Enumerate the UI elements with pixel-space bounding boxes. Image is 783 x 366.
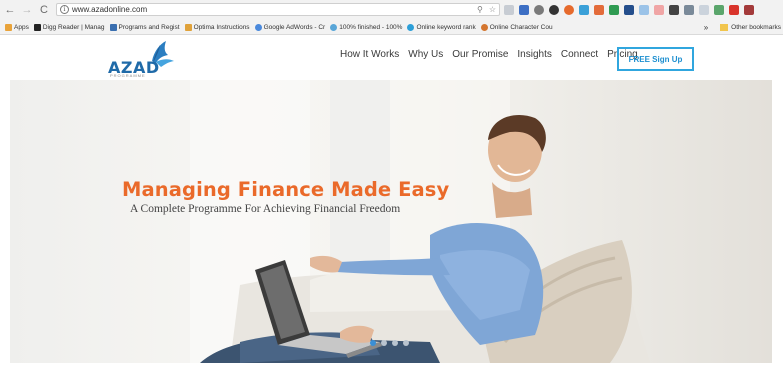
carousel-dot[interactable]	[381, 340, 387, 346]
extension-icon[interactable]	[609, 4, 619, 15]
logo-subtitle: PROGRAMME	[110, 73, 146, 78]
extension-icon[interactable]	[714, 4, 724, 15]
bookmark-favicon	[109, 24, 117, 31]
reload-icon[interactable]: C	[37, 3, 51, 17]
site-logo[interactable]: AZAD PROGRAMME	[108, 39, 188, 78]
carousel-dot[interactable]	[370, 340, 376, 346]
bookmark-item[interactable]: Online keyword rank	[407, 24, 476, 31]
extension-icon[interactable]	[534, 4, 544, 15]
bookmark-favicon	[184, 24, 192, 31]
back-icon[interactable]: ←	[3, 3, 17, 17]
extension-icon[interactable]	[624, 4, 634, 15]
extension-icon[interactable]	[504, 4, 514, 15]
bookmark-label: Programs and Regist	[118, 24, 180, 31]
bookmark-label: Apps	[14, 24, 29, 31]
extension-icon[interactable]	[549, 4, 559, 15]
bookmark-label: Online keyword rank	[416, 24, 476, 31]
other-bookmarks[interactable]: Other bookmarks	[731, 24, 781, 31]
hero-subtitle: A Complete Programme For Achieving Finan…	[130, 203, 401, 215]
bookmarks-bar: Apps Digg Reader | Manag Programs and Re…	[0, 21, 783, 34]
bookmark-star-icon[interactable]: ☆	[489, 5, 496, 14]
extension-icon[interactable]	[519, 4, 529, 15]
bookmark-label: Online Character Cou	[489, 24, 553, 31]
extension-icon[interactable]	[639, 4, 649, 15]
carousel-dots	[370, 340, 409, 346]
bookmark-item[interactable]: Google AdWords - Cr	[254, 24, 326, 31]
bookmark-favicon	[407, 24, 415, 31]
bookmark-item[interactable]: Online Character Cou	[480, 24, 553, 31]
free-signup-button[interactable]: FREE Sign Up	[617, 47, 694, 71]
bookmarks-overflow-button[interactable]: »	[704, 23, 708, 32]
browser-chrome: ← → C ⌂ i www.azadonline.com ⚲ ☆	[0, 0, 783, 35]
menu-icon[interactable]	[744, 4, 754, 15]
extension-icon[interactable]	[729, 4, 739, 15]
nav-why-us[interactable]: Why Us	[408, 49, 443, 60]
hero-photo	[190, 80, 650, 363]
nav-connect[interactable]: Connect	[561, 49, 598, 60]
extension-icon[interactable]	[654, 4, 664, 15]
hero-banner: Managing Finance Made Easy A Complete Pr…	[10, 80, 772, 363]
zoom-icon[interactable]: ⚲	[477, 5, 483, 14]
extensions-row	[504, 3, 754, 16]
main-nav: How It Works Why Us Our Promise Insights…	[340, 49, 638, 60]
forward-icon[interactable]: →	[20, 3, 34, 17]
bookmark-label: Google AdWords - Cr	[263, 24, 326, 31]
browser-toolbar: ← → C ⌂ i www.azadonline.com ⚲ ☆	[0, 0, 783, 19]
site-header: AZAD PROGRAMME How It Works Why Us Our P…	[10, 36, 772, 79]
bookmark-item[interactable]: Digg Reader | Manag	[33, 24, 105, 31]
address-bar[interactable]: i www.azadonline.com ⚲ ☆	[56, 3, 500, 16]
nav-how-it-works[interactable]: How It Works	[340, 49, 399, 60]
info-icon[interactable]: i	[60, 5, 69, 14]
bookmark-item[interactable]: Optima Instructions	[184, 24, 250, 31]
bookmark-label: Digg Reader | Manag	[42, 24, 105, 31]
bookmark-item[interactable]: Programs and Regist	[109, 24, 180, 31]
google-icon	[254, 24, 262, 31]
bookmark-favicon	[480, 24, 488, 31]
extension-icon[interactable]	[579, 4, 589, 15]
nav-our-promise[interactable]: Our Promise	[452, 49, 508, 60]
bookmark-apps[interactable]: Apps	[5, 24, 29, 31]
bookmark-favicon	[33, 24, 41, 31]
extension-icon[interactable]	[564, 4, 574, 15]
hero-title: Managing Finance Made Easy	[122, 178, 450, 201]
bookmark-label: Optima Instructions	[193, 24, 250, 31]
extension-icon[interactable]	[669, 4, 679, 15]
carousel-dot[interactable]	[392, 340, 398, 346]
extension-icon[interactable]	[594, 4, 604, 15]
folder-icon	[720, 24, 729, 31]
bookmark-item[interactable]: 100% finished - 100%	[330, 24, 402, 31]
extension-icon[interactable]	[684, 4, 694, 15]
bookmark-favicon	[330, 24, 338, 31]
url-text: www.azadonline.com	[72, 5, 148, 14]
nav-insights[interactable]: Insights	[517, 49, 551, 60]
carousel-dot[interactable]	[403, 340, 409, 346]
bookmark-label: 100% finished - 100%	[339, 24, 403, 31]
apps-icon	[5, 24, 12, 31]
extension-icon[interactable]	[699, 4, 709, 15]
